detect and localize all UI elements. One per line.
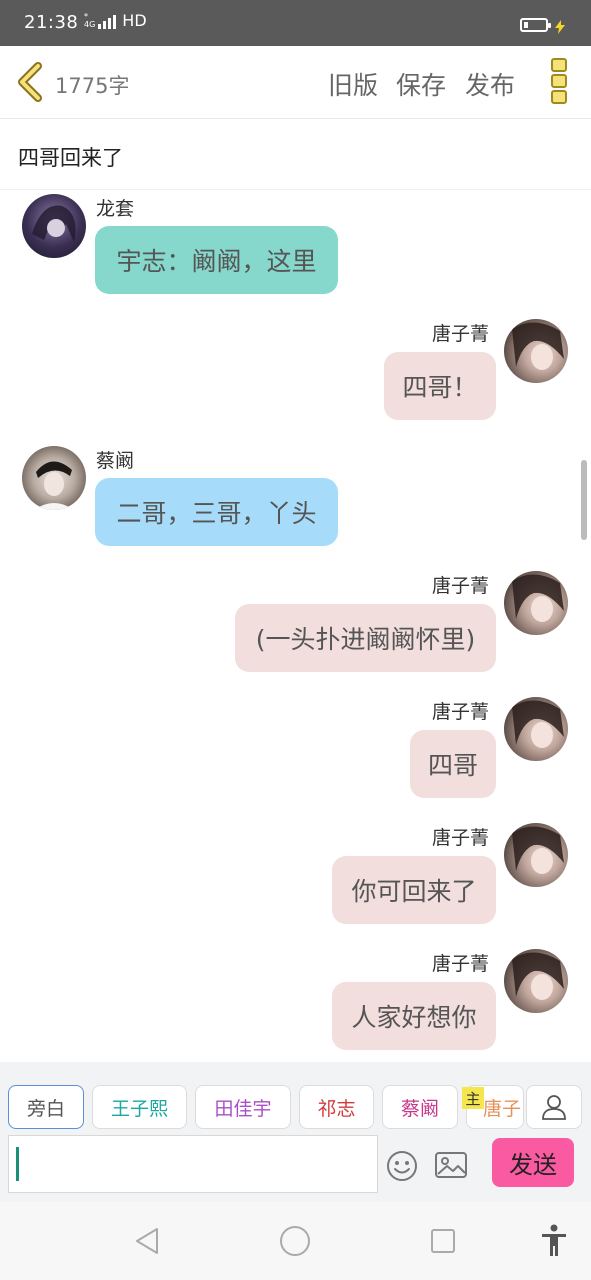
manage-roles-button[interactable] xyxy=(526,1085,582,1129)
user-icon xyxy=(542,1095,566,1120)
avatar-longtao[interactable] xyxy=(22,194,86,258)
role-chip-tianjiayu[interactable]: 田佳宇 xyxy=(195,1085,291,1129)
speaker-name: 龙套 xyxy=(96,198,135,220)
message-bubble[interactable]: 人家好想你 xyxy=(332,982,496,1050)
avatar-caikan[interactable] xyxy=(22,446,86,510)
message-bubble[interactable]: (一头扑进阚阚怀里) xyxy=(235,604,496,672)
back-button[interactable] xyxy=(14,62,48,102)
speaker-name: 唐子菁 xyxy=(432,953,490,975)
emoji-icon[interactable] xyxy=(386,1150,418,1182)
avatar-tangzijing[interactable] xyxy=(504,697,568,761)
status-bar: 21:38 * 4G HD xyxy=(0,0,591,46)
text-cursor xyxy=(16,1147,19,1181)
message-input[interactable] xyxy=(8,1135,378,1193)
role-chip-wangzixi[interactable]: 王子熙 xyxy=(92,1085,187,1129)
main-role-badge: 主 xyxy=(462,1087,484,1109)
send-button[interactable]: 发送 xyxy=(492,1138,574,1187)
word-count: 1775字 xyxy=(55,74,130,98)
publish-button[interactable]: 发布 xyxy=(465,66,515,102)
avatar-tangzijing[interactable] xyxy=(504,823,568,887)
signal-icon xyxy=(98,13,117,29)
title-row[interactable]: 四哥回来了 xyxy=(0,119,591,190)
message-bubble[interactable]: 四哥 xyxy=(410,730,496,798)
accessibility-icon[interactable] xyxy=(540,1224,568,1258)
speaker-name: 唐子菁 xyxy=(432,575,490,597)
nav-recents-icon[interactable] xyxy=(430,1228,456,1254)
chapter-title: 四哥回来了 xyxy=(18,146,123,170)
role-chip-narration[interactable]: 旁白 xyxy=(8,1085,84,1129)
message-bubble[interactable]: 宇志：阚阚，这里 xyxy=(95,226,338,294)
avatar-tangzijing[interactable] xyxy=(504,949,568,1013)
nav-home-icon[interactable] xyxy=(279,1225,311,1257)
message-bubble[interactable]: 二哥，三哥，丫头 xyxy=(95,478,338,546)
system-nav-bar xyxy=(0,1202,591,1280)
network-type: 4G xyxy=(84,19,96,29)
speaker-name: 唐子菁 xyxy=(432,827,490,849)
avatar-tangzijing[interactable] xyxy=(504,319,568,383)
status-time: 21:38 xyxy=(24,12,79,33)
old-version-button[interactable]: 旧版 xyxy=(328,66,378,102)
save-button[interactable]: 保存 xyxy=(396,66,446,102)
image-icon[interactable] xyxy=(434,1150,468,1180)
speaker-name: 唐子菁 xyxy=(432,323,490,345)
editor-toolbar: 1775字 旧版 保存 发布 xyxy=(0,46,591,119)
battery-icon xyxy=(520,18,551,32)
charging-icon xyxy=(555,20,565,34)
role-chip-caikan[interactable]: 蔡阚 xyxy=(382,1085,458,1129)
nav-back-icon[interactable] xyxy=(133,1226,161,1256)
message-bubble[interactable]: 你可回来了 xyxy=(332,856,496,924)
more-menu-icon[interactable] xyxy=(548,58,570,106)
speaker-name: 蔡阚 xyxy=(96,450,135,472)
scrollbar-thumb[interactable] xyxy=(581,460,587,540)
avatar-tangzijing[interactable] xyxy=(504,571,568,635)
network-indicator: * 4G HD xyxy=(84,11,147,30)
role-chip-qizhi[interactable]: 祁志 xyxy=(299,1085,374,1129)
speaker-name: 唐子菁 xyxy=(432,701,490,723)
hd-label: HD xyxy=(122,11,147,30)
message-bubble[interactable]: 四哥！ xyxy=(384,352,496,420)
